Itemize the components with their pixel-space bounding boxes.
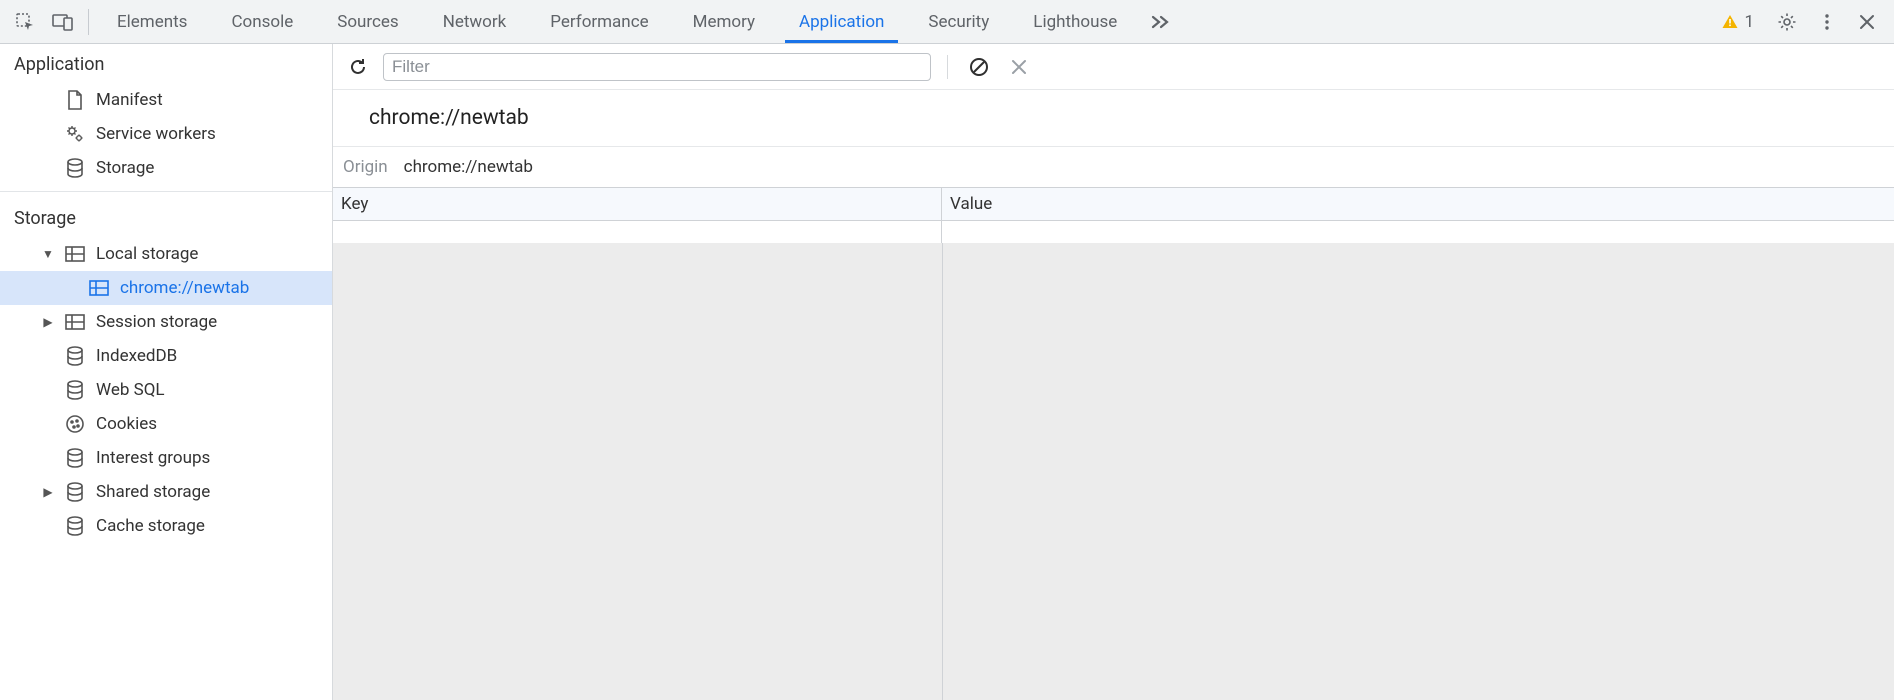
tab-application[interactable]: Application	[777, 0, 906, 43]
tab-sources[interactable]: Sources	[315, 0, 420, 43]
sidebar-label: chrome://newtab	[120, 278, 249, 298]
database-icon	[64, 158, 86, 178]
tab-label: Network	[443, 12, 507, 32]
tab-label: Lighthouse	[1033, 12, 1117, 32]
tab-label: Sources	[337, 12, 398, 32]
tab-label: Memory	[693, 12, 755, 32]
sidebar-item-indexeddb[interactable]: IndexedDB	[0, 339, 332, 373]
table-row[interactable]	[333, 221, 1894, 243]
devtools-tab-strip: Elements Console Sources Network Perform…	[0, 0, 1894, 44]
inspect-element-icon[interactable]	[6, 3, 44, 41]
sidebar-item-session-storage[interactable]: ▶ Session storage	[0, 305, 332, 339]
sidebar-label: Web SQL	[96, 380, 165, 400]
sidebar-item-manifest[interactable]: Manifest	[0, 83, 332, 117]
toolbar-right: 1	[1711, 5, 1888, 39]
origin-value: chrome://newtab	[404, 157, 533, 177]
sidebar-item-cookies[interactable]: Cookies	[0, 407, 332, 441]
chevron-right-icon: ▶	[42, 315, 54, 329]
column-header-value[interactable]: Value	[942, 188, 1894, 220]
grid-icon	[64, 314, 86, 330]
gear-mini-icon	[64, 124, 86, 144]
sidebar-item-shared-storage[interactable]: ▶ Shared storage	[0, 475, 332, 509]
tab-label: Application	[799, 12, 884, 32]
storage-table: Key Value	[333, 188, 1894, 700]
sidebar-separator	[0, 191, 332, 192]
table-header: Key Value	[333, 188, 1894, 221]
divider	[947, 55, 948, 79]
tab-lighthouse[interactable]: Lighthouse	[1011, 0, 1139, 43]
sidebar-section-application: Application	[0, 44, 332, 83]
database-icon	[64, 482, 86, 502]
issues-warning-button[interactable]: 1	[1711, 12, 1764, 32]
clear-all-icon[interactable]	[964, 52, 994, 82]
sidebar-label: Cookies	[96, 414, 157, 434]
database-icon	[64, 346, 86, 366]
kebab-menu-icon[interactable]	[1810, 5, 1844, 39]
refresh-icon[interactable]	[343, 52, 373, 82]
sidebar-label: Shared storage	[96, 482, 210, 502]
more-tabs-icon[interactable]	[1139, 13, 1181, 31]
sidebar-label: Interest groups	[96, 448, 210, 468]
sidebar-item-service-workers[interactable]: Service workers	[0, 117, 332, 151]
storage-toolbar	[333, 44, 1894, 90]
sidebar-section-storage: Storage	[0, 198, 332, 237]
sidebar-item-cache-storage[interactable]: Cache storage	[0, 509, 332, 543]
content-area: Application Manifest Service workers	[0, 44, 1894, 700]
sidebar-item-websql[interactable]: Web SQL	[0, 373, 332, 407]
panel-tabs: Elements Console Sources Network Perform…	[95, 0, 1711, 43]
application-sidebar: Application Manifest Service workers	[0, 44, 333, 700]
database-icon	[64, 448, 86, 468]
cookie-icon	[64, 414, 86, 434]
warning-count: 1	[1744, 12, 1754, 32]
column-header-key[interactable]: Key	[333, 188, 942, 220]
column-resizer[interactable]	[942, 243, 943, 700]
close-devtools-icon[interactable]	[1850, 5, 1884, 39]
tab-label: Console	[231, 12, 293, 32]
table-body[interactable]	[333, 221, 1894, 700]
grid-icon	[88, 280, 110, 296]
tab-console[interactable]: Console	[209, 0, 315, 43]
settings-icon[interactable]	[1770, 5, 1804, 39]
sidebar-item-localstorage-origin[interactable]: chrome://newtab	[0, 271, 332, 305]
tab-network[interactable]: Network	[421, 0, 529, 43]
database-icon	[64, 516, 86, 536]
sidebar-label: Manifest	[96, 90, 163, 110]
sidebar-label: Service workers	[96, 124, 216, 144]
sidebar-label: Session storage	[96, 312, 217, 332]
origin-title: chrome://newtab	[333, 90, 1894, 147]
origin-row: Origin chrome://newtab	[333, 147, 1894, 188]
sidebar-label: Local storage	[96, 244, 198, 264]
file-icon	[64, 90, 86, 110]
sidebar-item-storage-overview[interactable]: Storage	[0, 151, 332, 185]
tab-performance[interactable]: Performance	[528, 0, 670, 43]
tab-label: Performance	[550, 12, 648, 32]
delete-selected-icon[interactable]	[1004, 52, 1034, 82]
sidebar-item-interest-groups[interactable]: Interest groups	[0, 441, 332, 475]
divider	[88, 9, 89, 35]
device-toolbar-icon[interactable]	[44, 3, 82, 41]
sidebar-item-local-storage[interactable]: ▼ Local storage	[0, 237, 332, 271]
chevron-right-icon: ▶	[42, 485, 54, 499]
tab-security[interactable]: Security	[906, 0, 1011, 43]
filter-input[interactable]	[383, 53, 931, 81]
tab-elements[interactable]: Elements	[95, 0, 209, 43]
sidebar-label: Storage	[96, 158, 154, 178]
database-icon	[64, 380, 86, 400]
main-panel: chrome://newtab Origin chrome://newtab K…	[333, 44, 1894, 700]
tab-memory[interactable]: Memory	[671, 0, 777, 43]
sidebar-label: IndexedDB	[96, 346, 177, 366]
chevron-down-icon: ▼	[42, 247, 54, 261]
grid-icon	[64, 246, 86, 262]
sidebar-label: Cache storage	[96, 516, 205, 536]
tab-label: Security	[928, 12, 989, 32]
tab-label: Elements	[117, 12, 187, 32]
origin-label: Origin	[343, 157, 388, 177]
